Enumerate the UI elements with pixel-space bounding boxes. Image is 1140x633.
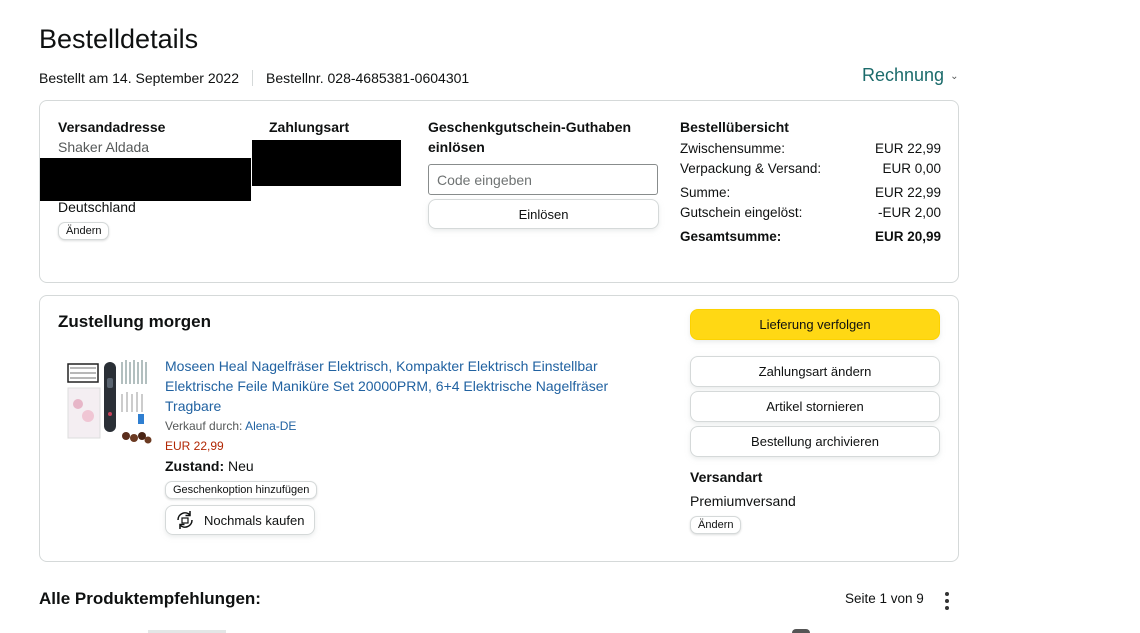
- address-name: Shaker Aldada: [58, 139, 150, 155]
- add-gift-option-button[interactable]: Geschenkoption hinzufügen: [165, 481, 318, 499]
- cancel-items-button[interactable]: Artikel stornieren: [690, 391, 940, 422]
- invoice-dropdown[interactable]: Rechnung ⌄: [862, 65, 958, 86]
- redaction-box: [40, 158, 251, 201]
- order-meta: Bestellt am 14. September 2022 Bestellnr…: [39, 70, 469, 86]
- chevron-down-icon: ⌄: [950, 71, 959, 82]
- voucher-row: Gutschein eingelöst: -EUR 2,00: [680, 203, 941, 223]
- order-overview: Bestellübersicht Zwischensumme: EUR 22,9…: [680, 117, 941, 247]
- more-options-icon[interactable]: [940, 590, 954, 612]
- change-address-button[interactable]: Ändern: [58, 222, 110, 240]
- grand-total-row: Gesamtsumme: EUR 20,99: [680, 227, 941, 247]
- address-heading: Versandadresse: [58, 119, 166, 135]
- sum-row: Summe: EUR 22,99: [680, 183, 941, 203]
- track-package-button[interactable]: Lieferung verfolgen: [690, 309, 940, 340]
- payment-heading: Zahlungsart: [269, 119, 350, 135]
- shipping-row: Verpackung & Versand: EUR 0,00: [680, 159, 941, 179]
- condition-label: Zustand:: [165, 458, 225, 474]
- product-image[interactable]: [64, 356, 154, 448]
- ship-method-heading: Versandart: [690, 469, 763, 485]
- item-price: EUR 22,99: [165, 439, 224, 453]
- meta-divider: [252, 70, 254, 86]
- shipment-card: Zustellung morgen Moseen Heal Nagelfräse…: [39, 295, 959, 562]
- change-payment-button[interactable]: Zahlungsart ändern: [690, 356, 940, 387]
- voucher-label: Gutschein eingelöst:: [680, 205, 803, 220]
- order-date: Bestellt am 14. September 2022: [39, 70, 240, 86]
- overview-heading: Bestellübersicht: [680, 119, 789, 135]
- recommendations-title: Alle Produktempfehlungen:: [39, 589, 261, 608]
- order-summary-card: Versandadresse Shaker Aldada Deutschland…: [39, 100, 959, 283]
- buy-again-label: Nochmals kaufen: [204, 512, 305, 528]
- grand-total-label: Gesamtsumme:: [680, 229, 782, 244]
- sum-label: Summe:: [680, 185, 731, 200]
- seller-link[interactable]: Alena-DE: [245, 419, 296, 433]
- order-number: Bestellnr. 028-4685381-0604301: [266, 70, 470, 86]
- gift-code-input[interactable]: [428, 164, 658, 195]
- payment-method: Zahlungsart: [269, 117, 419, 137]
- gift-card-redeem: Geschenkgutschein-Guthaben einlösen Einl…: [428, 117, 660, 229]
- gift-heading: Geschenkgutschein-Guthaben einlösen: [428, 119, 632, 155]
- product-info: Moseen Heal Nagelfräser Elektrisch, Komp…: [165, 356, 635, 536]
- redaction-box: [252, 140, 401, 186]
- redeem-button[interactable]: Einlösen: [428, 199, 659, 229]
- recommendations-pager: Seite 1 von 9: [845, 591, 924, 606]
- sum-value: EUR 22,99: [874, 185, 941, 200]
- product-title-link[interactable]: Moseen Heal Nagelfräser Elektrisch, Komp…: [165, 356, 635, 416]
- grand-total-value: EUR 20,99: [874, 229, 941, 244]
- invoice-label: Rechnung: [862, 65, 945, 85]
- shipping-method: Versandart Premiumversand Ändern: [690, 467, 941, 534]
- shipping-label: Verpackung & Versand:: [680, 161, 822, 176]
- seller-line: Verkauf durch: Alena-DE: [165, 416, 635, 436]
- condition-value: Neu: [228, 458, 254, 474]
- item-condition: Zustand: Neu: [165, 456, 635, 476]
- seller-prefix: Verkauf durch:: [165, 419, 246, 433]
- ship-method-value: Premiumversand: [690, 493, 796, 509]
- subtotal-label: Zwischensumme:: [680, 141, 786, 156]
- subtotal-value: EUR 22,99: [874, 141, 941, 156]
- buy-again-button[interactable]: Nochmals kaufen: [165, 505, 316, 535]
- change-ship-method-button[interactable]: Ändern: [690, 516, 742, 534]
- shipping-value: EUR 0,00: [882, 161, 941, 176]
- buy-again-icon: [177, 511, 193, 529]
- delivery-status: Zustellung morgen: [58, 312, 211, 331]
- archive-order-button[interactable]: Bestellung archivieren: [690, 426, 940, 457]
- voucher-value: -EUR 2,00: [877, 205, 941, 220]
- page-title: Bestelldetails: [39, 24, 199, 54]
- subtotal-row: Zwischensumme: EUR 22,99: [680, 139, 941, 159]
- shipment-actions: Lieferung verfolgen Zahlungsart ändern A…: [690, 309, 941, 534]
- recommendation-thumbnail: [792, 629, 810, 633]
